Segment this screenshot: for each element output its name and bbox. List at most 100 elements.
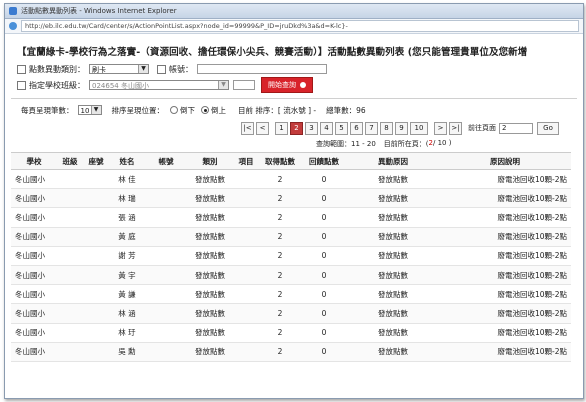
type-select[interactable]: 刷卡 ▼ <box>89 64 149 74</box>
order-desc-radio[interactable] <box>170 106 178 114</box>
table-row: 冬山國小黃 宇發放點數 2 0 發放點數 廢電池回收10顆-2點 <box>11 265 571 286</box>
cell-description: 廢電池回收10顆-2點 <box>439 169 571 190</box>
page-button-3[interactable]: 3 <box>305 121 318 135</box>
account-checkbox[interactable] <box>157 64 166 74</box>
cell-type: 發放點數 <box>187 323 233 343</box>
go-button[interactable]: Go <box>537 121 559 135</box>
filter-row-school: 指定學校班級： 024654 冬山國小 ▼ 開始查詢 <box>17 77 577 93</box>
cell-reason: 發放點數 <box>347 323 439 343</box>
type-checkbox[interactable] <box>17 64 26 74</box>
cell-points: 2 <box>259 284 301 305</box>
cell-class <box>57 323 83 343</box>
cell-seat <box>83 169 109 190</box>
cell-feedback: 0 <box>301 265 347 286</box>
page-total: / 10 ) <box>433 139 452 147</box>
cell-description: 廢電池回收10顆-2點 <box>439 265 571 286</box>
cell-class <box>57 246 83 266</box>
cell-type: 發放點數 <box>187 207 233 228</box>
cell-name: 林 瑞 <box>109 188 145 209</box>
cell-description: 廢電池回收10顆-2點 <box>439 188 571 209</box>
cell-feedback: 0 <box>301 246 347 266</box>
cell-type: 發放點數 <box>187 227 233 247</box>
page-button-8[interactable]: 8 <box>380 121 393 135</box>
pager: |< < 1 2 3 4 5 6 7 8 9 10 > >| 前往頁面 2 Go <box>241 121 577 135</box>
cell-reason: 發放點數 <box>347 188 439 209</box>
page-button-1[interactable]: 1 <box>275 121 288 135</box>
school-checkbox[interactable] <box>17 80 26 90</box>
table-row: 冬山國小吳 勳發放點數 2 0 發放點數 廢電池回收10顆-2點 <box>11 342 571 362</box>
cell-reason: 發放點數 <box>347 246 439 266</box>
cell-item <box>233 265 259 286</box>
query-info: 查詢範圍：11 - 20 目前所在頁：( 2 / 10 ) <box>316 139 577 149</box>
cell-description: 廢電池回收10顆-2點 <box>439 227 571 247</box>
school-select[interactable]: 024654 冬山國小 ▼ <box>89 80 229 90</box>
page-button-7[interactable]: 7 <box>365 121 378 135</box>
cell-item <box>233 246 259 266</box>
total-count: 總筆數：96 <box>326 105 366 115</box>
goto-page-input[interactable]: 2 <box>499 122 533 134</box>
cell-description: 廢電池回收10顆-2點 <box>439 207 571 228</box>
cell-item <box>233 323 259 343</box>
cell-item <box>233 169 259 190</box>
page-button-9[interactable]: 9 <box>395 121 408 135</box>
last-page-button[interactable]: >| <box>449 121 462 135</box>
prev-page-button[interactable]: < <box>256 121 269 135</box>
cell-points: 2 <box>259 227 301 247</box>
cell-seat <box>83 246 109 266</box>
goto-label: 前往頁面 <box>468 124 496 132</box>
points-table: 學校 班級 座號 姓名 帳號 類別 項目 取得點數 回饋點數 異動原因 原因說明… <box>11 152 571 362</box>
col-item: 項目 <box>233 152 259 170</box>
cell-type: 發放點數 <box>187 246 233 266</box>
chevron-down-icon: ▼ <box>138 65 148 73</box>
table-row: 冬山國小張 涵發放點數 2 0 發放點數 廢電池回收10顆-2點 <box>11 207 571 228</box>
page-content: 【宜蘭綠卡-學校行為之落實-（資源回收、擔任環保小尖兵、競賽活動）】活動點數異動… <box>5 34 583 366</box>
col-description: 原因說明 <box>439 152 571 170</box>
cell-description: 廢電池回收10顆-2點 <box>439 342 571 362</box>
col-school: 學校 <box>11 152 57 170</box>
cell-school: 冬山國小 <box>11 246 57 266</box>
url-field[interactable]: http://eb.ilc.edu.tw/Card/center/s/Actio… <box>21 20 579 32</box>
page-size-select[interactable]: 10 ▼ <box>77 105 102 115</box>
page-button-10[interactable]: 10 <box>410 121 428 135</box>
cell-class <box>57 284 83 305</box>
page-button-5[interactable]: 5 <box>335 121 348 135</box>
cell-class <box>57 169 83 190</box>
cell-name: 林 佳 <box>109 169 145 190</box>
cell-school: 冬山國小 <box>11 265 57 286</box>
cell-seat <box>83 323 109 343</box>
cell-item <box>233 188 259 209</box>
class-input[interactable] <box>233 80 255 90</box>
table-row: 冬山國小林 涵發放點數 2 0 發放點數 廢電池回收10顆-2點 <box>11 303 571 324</box>
order-asc-radio[interactable] <box>201 106 209 114</box>
cell-reason: 發放點數 <box>347 303 439 324</box>
cell-seat <box>83 284 109 305</box>
page-button-4[interactable]: 4 <box>320 121 333 135</box>
cell-school: 冬山國小 <box>11 284 57 305</box>
cell-account <box>145 227 187 247</box>
cell-points: 2 <box>259 188 301 209</box>
page-favicon-icon <box>9 22 17 30</box>
cell-class <box>57 207 83 228</box>
school-select-value: 024654 冬山國小 <box>92 82 149 90</box>
cell-name: 吳 勳 <box>109 342 145 362</box>
account-input[interactable] <box>197 64 327 74</box>
order-label: 排序呈現位置： <box>111 105 165 115</box>
cell-class <box>57 265 83 286</box>
cell-item <box>233 227 259 247</box>
cell-feedback: 0 <box>301 342 347 362</box>
search-button[interactable]: 開始查詢 <box>261 77 313 93</box>
cell-class <box>57 188 83 209</box>
cell-description: 廢電池回收10顆-2點 <box>439 303 571 324</box>
cell-feedback: 0 <box>301 169 347 190</box>
page-button-6[interactable]: 6 <box>350 121 363 135</box>
cell-account <box>145 169 187 190</box>
cell-reason: 發放點數 <box>347 265 439 286</box>
table-row: 冬山國小林 玗發放點數 2 0 發放點數 廢電池回收10顆-2點 <box>11 323 571 343</box>
page-button-current[interactable]: 2 <box>290 121 303 135</box>
type-label: 點數異動類別： <box>29 64 85 74</box>
cell-account <box>145 207 187 228</box>
next-page-button[interactable]: > <box>434 121 447 135</box>
first-page-button[interactable]: |< <box>241 121 254 135</box>
filter-panel: 點數異動類別： 刷卡 ▼ 帳號： 指定學校班級： 024654 冬山國小 ▼ 開… <box>17 62 577 93</box>
table-row: 冬山國小林 瑞發放點數 2 0 發放點數 廢電池回收10顆-2點 <box>11 188 571 209</box>
